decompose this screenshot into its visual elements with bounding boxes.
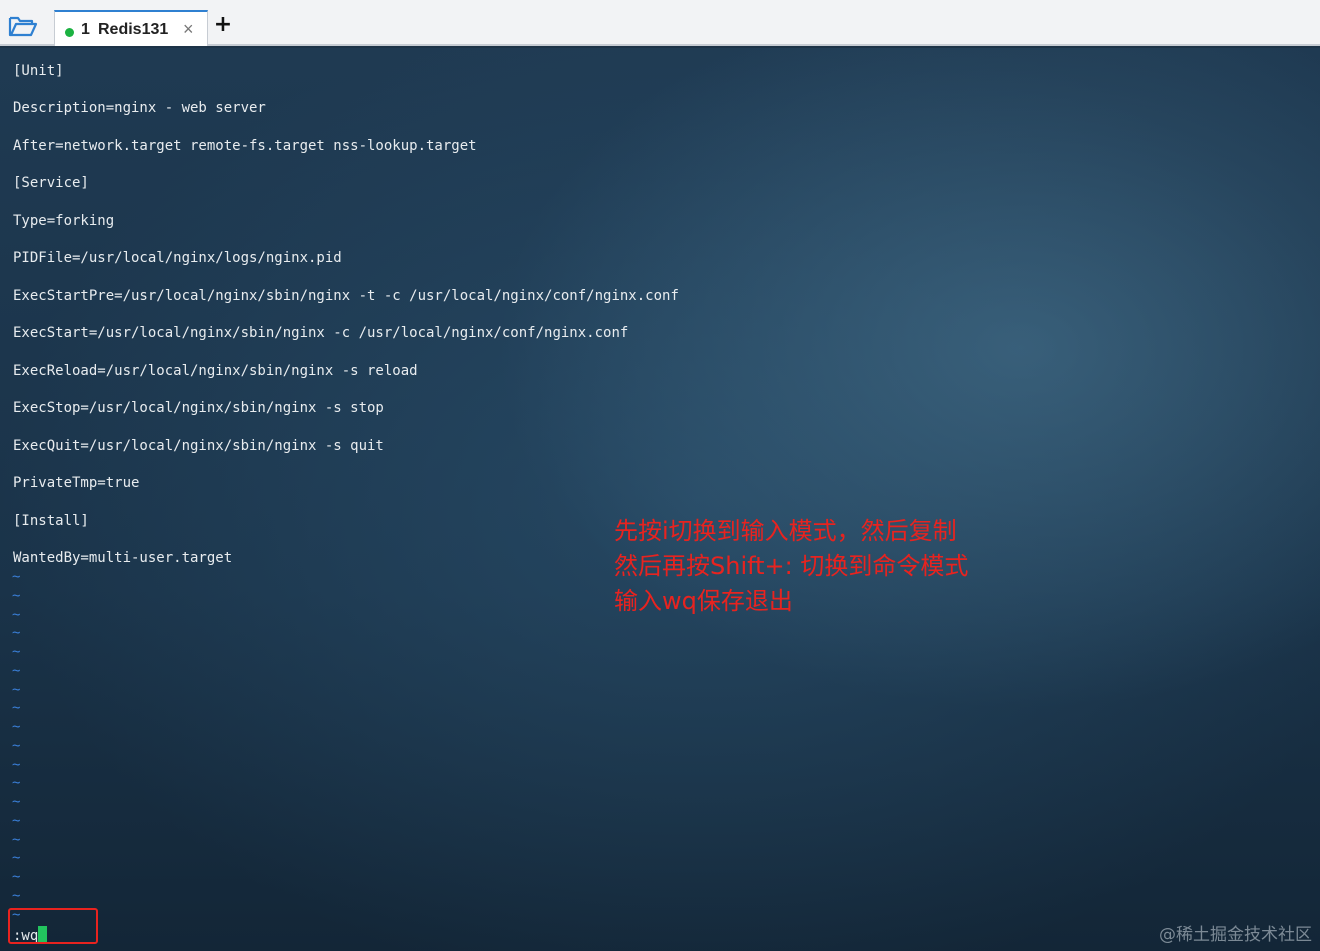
tab-title: Redis131 bbox=[98, 21, 169, 38]
empty-line-tilde: ~ bbox=[12, 832, 21, 848]
empty-line-tilde: ~ bbox=[12, 813, 21, 829]
terminal-line: ExecStartPre=/usr/local/nginx/sbin/nginx… bbox=[13, 288, 679, 304]
terminal-line: ExecReload=/usr/local/nginx/sbin/nginx -… bbox=[13, 363, 418, 379]
empty-line-tilde: ~ bbox=[12, 607, 21, 623]
empty-line-tilde: ~ bbox=[12, 719, 21, 735]
close-tab-icon[interactable]: × bbox=[183, 19, 194, 40]
annotation-line: 然后再按Shift+: 切换到命令模式 bbox=[614, 552, 969, 580]
empty-line-tilde: ~ bbox=[12, 644, 21, 660]
terminal-line: [Service] bbox=[13, 175, 89, 191]
terminal-line: Description=nginx - web server bbox=[13, 100, 266, 116]
tab-number: 1 bbox=[81, 21, 90, 38]
empty-line-tilde: ~ bbox=[12, 850, 21, 866]
terminal-line: [Unit] bbox=[13, 63, 64, 79]
terminal-line: PIDFile=/usr/local/nginx/logs/nginx.pid bbox=[13, 250, 342, 266]
empty-line-tilde: ~ bbox=[12, 757, 21, 773]
highlight-box bbox=[8, 908, 98, 944]
add-tab-button[interactable]: + bbox=[212, 14, 234, 36]
terminal-line: ExecQuit=/usr/local/nginx/sbin/nginx -s … bbox=[13, 438, 384, 454]
empty-line-tilde: ~ bbox=[12, 738, 21, 754]
empty-line-tilde: ~ bbox=[12, 869, 21, 885]
empty-line-tilde: ~ bbox=[12, 625, 21, 641]
empty-line-tilde: ~ bbox=[12, 588, 21, 604]
empty-line-tilde: ~ bbox=[12, 888, 21, 904]
terminal-line: ExecStop=/usr/local/nginx/sbin/nginx -s … bbox=[13, 400, 384, 416]
folder-open-icon[interactable] bbox=[8, 14, 38, 38]
tab-bar: 1 Redis131 × + bbox=[0, 0, 1320, 46]
connection-status-icon bbox=[65, 28, 74, 37]
terminal-line: Type=forking bbox=[13, 213, 115, 229]
terminal-view[interactable]: [Unit] Description=nginx - web server Af… bbox=[0, 48, 1320, 951]
terminal-line: ExecStart=/usr/local/nginx/sbin/nginx -c… bbox=[13, 325, 629, 341]
empty-line-tilde: ~ bbox=[12, 700, 21, 716]
empty-line-tilde: ~ bbox=[12, 663, 21, 679]
empty-line-tilde: ~ bbox=[12, 569, 21, 585]
annotation-line: 输入wq保存退出 bbox=[614, 587, 793, 615]
terminal-line: [Install] bbox=[13, 513, 89, 529]
empty-line-tilde: ~ bbox=[12, 794, 21, 810]
tab-redis131[interactable]: 1 Redis131 × bbox=[54, 10, 208, 46]
terminal-line: After=network.target remote-fs.target ns… bbox=[13, 138, 477, 154]
terminal-line: WantedBy=multi-user.target bbox=[13, 550, 233, 566]
watermark: @稀土掘金技术社区 bbox=[1159, 925, 1312, 945]
annotation-line: 先按i切换到输入模式，然后复制 bbox=[614, 517, 957, 545]
empty-line-tilde: ~ bbox=[12, 682, 21, 698]
terminal-line: PrivateTmp=true bbox=[13, 475, 140, 491]
empty-line-tilde: ~ bbox=[12, 775, 21, 791]
